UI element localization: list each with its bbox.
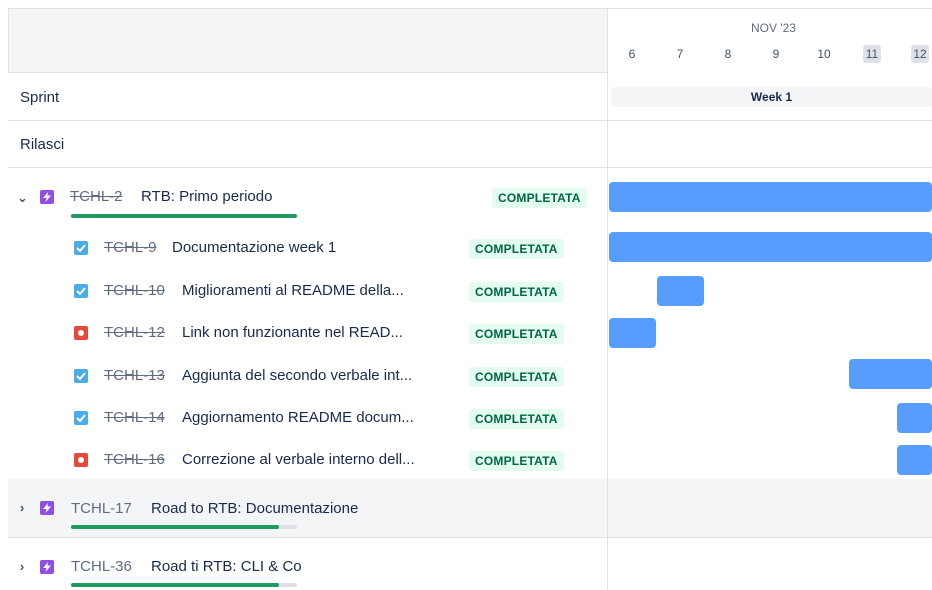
epic-progress-fill <box>71 583 279 587</box>
panel-separator[interactable] <box>607 8 608 590</box>
issue-summary[interactable]: Documentazione week 1 <box>172 239 336 256</box>
month-label: NOV '23 <box>751 21 796 35</box>
collapse-chevron-icon[interactable]: ⌄ <box>17 191 28 204</box>
day-label: 10 <box>817 47 831 61</box>
status-badge[interactable]: COMPLETATA <box>469 367 564 387</box>
issue-key[interactable]: TCHL-10 <box>104 282 165 299</box>
sprint-label: Week 1 <box>750 90 793 104</box>
day-label: 8 <box>724 47 732 61</box>
day-label: 6 <box>628 47 636 61</box>
expand-chevron-icon[interactable]: › <box>17 560 27 573</box>
issue-summary[interactable]: Correzione al verbale interno dell... <box>182 451 415 468</box>
epic-progress-fill <box>71 214 297 218</box>
epic-icon <box>40 190 54 204</box>
epic-progress-bar <box>71 214 297 218</box>
task-checkbox-icon <box>74 284 88 298</box>
issue-key[interactable]: TCHL-12 <box>104 324 165 341</box>
task-checkbox-icon <box>74 241 88 255</box>
status-badge[interactable]: COMPLETATA <box>469 282 564 302</box>
issue-key[interactable]: TCHL-9 <box>104 239 157 256</box>
expand-chevron-icon[interactable]: › <box>17 501 27 514</box>
epic-summary[interactable]: Road ti RTB: CLI & Co <box>151 558 302 575</box>
issue-timeline-bar[interactable] <box>897 403 932 433</box>
issue-key[interactable]: TCHL-13 <box>104 367 165 384</box>
row-divider <box>8 120 932 121</box>
epic-icon <box>40 560 54 574</box>
issue-timeline-bar[interactable] <box>609 232 932 262</box>
sprint-row-label: Sprint <box>20 89 60 106</box>
epic-summary[interactable]: RTB: Primo periodo <box>141 188 272 205</box>
day-label-weekend: 12 <box>911 45 929 63</box>
issue-timeline-bar[interactable] <box>849 359 932 389</box>
issue-summary[interactable]: Aggiornamento README docum... <box>182 409 414 426</box>
issue-timeline-bar[interactable] <box>609 318 656 348</box>
epic-icon <box>40 501 54 515</box>
epic-key[interactable]: TCHL-2 <box>70 188 123 205</box>
bug-icon <box>74 453 88 467</box>
header-left-border <box>8 8 9 72</box>
issue-summary[interactable]: Miglioramenti al README della... <box>182 282 404 299</box>
epic-progress-bar <box>71 525 297 529</box>
issue-timeline-bar[interactable] <box>657 276 704 306</box>
epic-progress-fill <box>71 525 279 529</box>
sprint-band[interactable]: Week 1 <box>611 87 932 107</box>
issue-key[interactable]: TCHL-14 <box>104 409 165 426</box>
issue-summary[interactable]: Aggiunta del secondo verbale int... <box>182 367 412 384</box>
status-badge[interactable]: COMPLETATA <box>469 409 564 429</box>
epic-timeline-bar[interactable] <box>609 182 932 212</box>
epic-key[interactable]: TCHL-17 <box>71 500 132 517</box>
epic-progress-bar <box>71 583 297 587</box>
task-checkbox-icon <box>74 369 88 383</box>
status-badge[interactable]: COMPLETATA <box>469 239 564 259</box>
releases-row-label: Rilasci <box>20 136 65 153</box>
bug-icon <box>74 326 88 340</box>
issue-timeline-bar[interactable] <box>897 445 932 475</box>
row-divider <box>8 537 932 538</box>
day-label: 7 <box>676 47 684 61</box>
epic-summary[interactable]: Road to RTB: Documentazione <box>151 500 358 517</box>
task-checkbox-icon <box>74 411 88 425</box>
status-badge[interactable]: COMPLETATA <box>469 324 564 344</box>
list-header <box>8 8 608 73</box>
status-badge[interactable]: COMPLETATA <box>469 451 564 471</box>
row-divider <box>8 167 932 168</box>
timeline-header: NOV '23 6 7 8 9 10 11 12 <box>608 8 932 73</box>
issue-key[interactable]: TCHL-16 <box>104 451 165 468</box>
day-label-weekend: 11 <box>863 45 881 63</box>
day-label: 9 <box>772 47 780 61</box>
status-badge[interactable]: COMPLETATA <box>492 188 587 208</box>
epic-key[interactable]: TCHL-36 <box>71 558 132 575</box>
issue-summary[interactable]: Link non funzionante nel READ... <box>182 324 403 341</box>
